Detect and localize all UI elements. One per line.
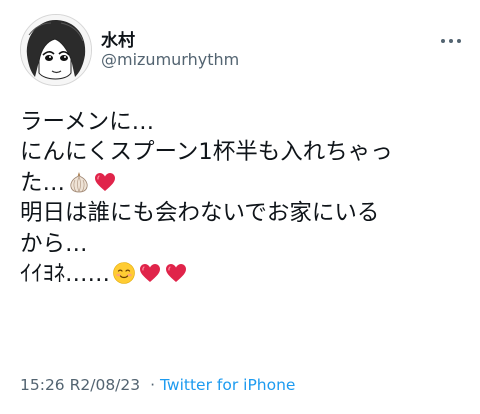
tweet-line: から… — [20, 230, 88, 257]
tweet-metadata: 15:26 R2/08/23 · Twitter for iPhone — [20, 376, 295, 394]
tweet-line-text: ｲｲﾖﾈ…… — [20, 260, 111, 287]
tweet-line: 明日は誰にも会わないでお家にいる — [20, 200, 380, 227]
red-heart-emoji-icon — [166, 263, 187, 282]
tweet-line-text: た… — [20, 169, 66, 196]
tweet-date[interactable]: R2/08/23 — [70, 376, 141, 394]
tweet-text: ラーメンに… にんにくスプーン1杯半も入れちゃっ た… 明日は誰にも会わないでお… — [20, 107, 470, 289]
tweet-line: ｲｲﾖﾈ…… — [20, 259, 470, 289]
separator-dot: · — [150, 376, 156, 394]
avatar[interactable] — [20, 14, 92, 86]
display-name[interactable]: 水村 — [101, 26, 135, 51]
garlic-emoji-icon — [70, 171, 88, 193]
avatar-illustration — [21, 15, 91, 85]
more-options-icon[interactable] — [436, 34, 466, 48]
red-heart-emoji-icon — [140, 263, 161, 282]
source-link[interactable]: Twitter for iPhone — [160, 376, 295, 394]
user-handle[interactable]: @mizumurhythm — [101, 50, 239, 69]
tweet-line: た… — [20, 168, 470, 198]
tweet-line: ラーメンに… — [20, 109, 155, 135]
tweet-time[interactable]: 15:26 — [20, 376, 65, 394]
smiling-face-emoji-icon — [113, 262, 135, 284]
tweet-line: にんにくスプーン1杯半も入れちゃっ — [20, 139, 393, 166]
red-heart-emoji-icon — [95, 172, 116, 191]
